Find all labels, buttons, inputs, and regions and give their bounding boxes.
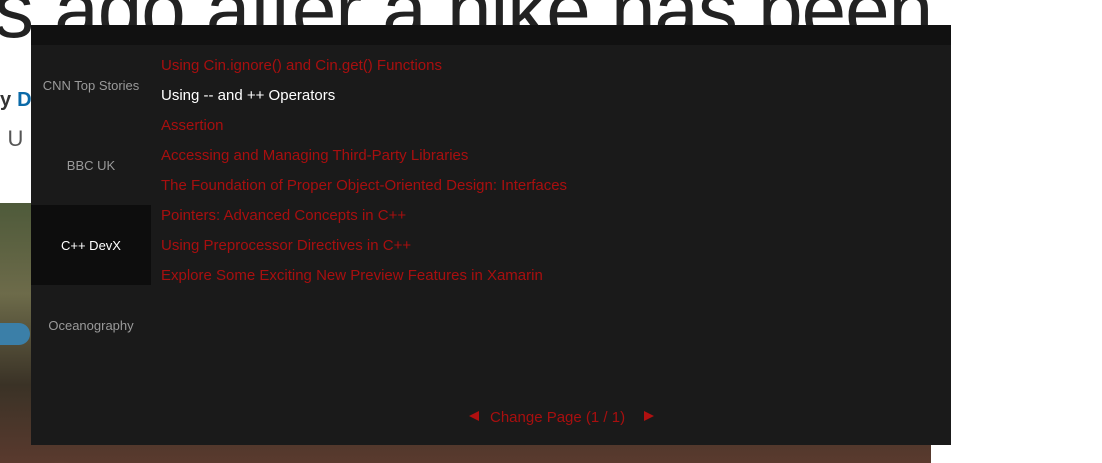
next-page-icon[interactable] — [644, 411, 655, 421]
sidebar-item-oceanography[interactable]: Oceanography — [31, 285, 151, 365]
change-page-link[interactable]: Change Page (1 / 1) — [490, 409, 625, 426]
sidebar-item-label: CNN Top Stories — [42, 77, 140, 93]
page: s ago after a hike has been yD ) U CNN T… — [0, 0, 1102, 463]
sidebar-item-bbc-uk[interactable]: BBC UK — [31, 125, 151, 205]
photo-detail — [0, 323, 30, 345]
byline-prefix: y — [0, 89, 12, 111]
pagination: Change Page (1 / 1) — [469, 406, 655, 426]
sidebar-item-label: C++ DevX — [61, 237, 121, 253]
sidebar-item-cpp-devx[interactable]: C++ DevX — [31, 205, 151, 285]
sidebar-item-cnn-top-stories[interactable]: CNN Top Stories — [31, 45, 151, 125]
article-link[interactable]: Using Cin.ignore() and Cin.get() Functio… — [161, 55, 567, 85]
sidebar-item-label: Oceanography — [48, 317, 134, 333]
article-subline: ) U — [0, 126, 24, 151]
article-link[interactable]: Explore Some Exciting New Preview Featur… — [161, 265, 567, 295]
article-list: Using Cin.ignore() and Cin.get() Functio… — [161, 55, 567, 295]
article-byline: yD — [0, 89, 32, 112]
feed-sidebar: CNN Top Stories BBC UK C++ DevX Oceanogr… — [31, 45, 151, 365]
article-link[interactable]: Accessing and Managing Third-Party Libra… — [161, 145, 567, 175]
article-link[interactable]: Assertion — [161, 115, 567, 145]
widget-title-bar — [31, 25, 951, 45]
article-link[interactable]: The Foundation of Proper Object-Oriented… — [161, 175, 567, 205]
article-link-selected[interactable]: Using -- and ++ Operators — [161, 85, 567, 115]
feed-widget: CNN Top Stories BBC UK C++ DevX Oceanogr… — [31, 25, 951, 445]
article-link[interactable]: Pointers: Advanced Concepts in C++ — [161, 205, 567, 235]
byline-author-link[interactable]: D — [17, 89, 31, 111]
article-link[interactable]: Using Preprocessor Directives in C++ — [161, 235, 567, 265]
previous-page-icon[interactable] — [469, 411, 479, 421]
sidebar-item-label: BBC UK — [66, 157, 116, 173]
